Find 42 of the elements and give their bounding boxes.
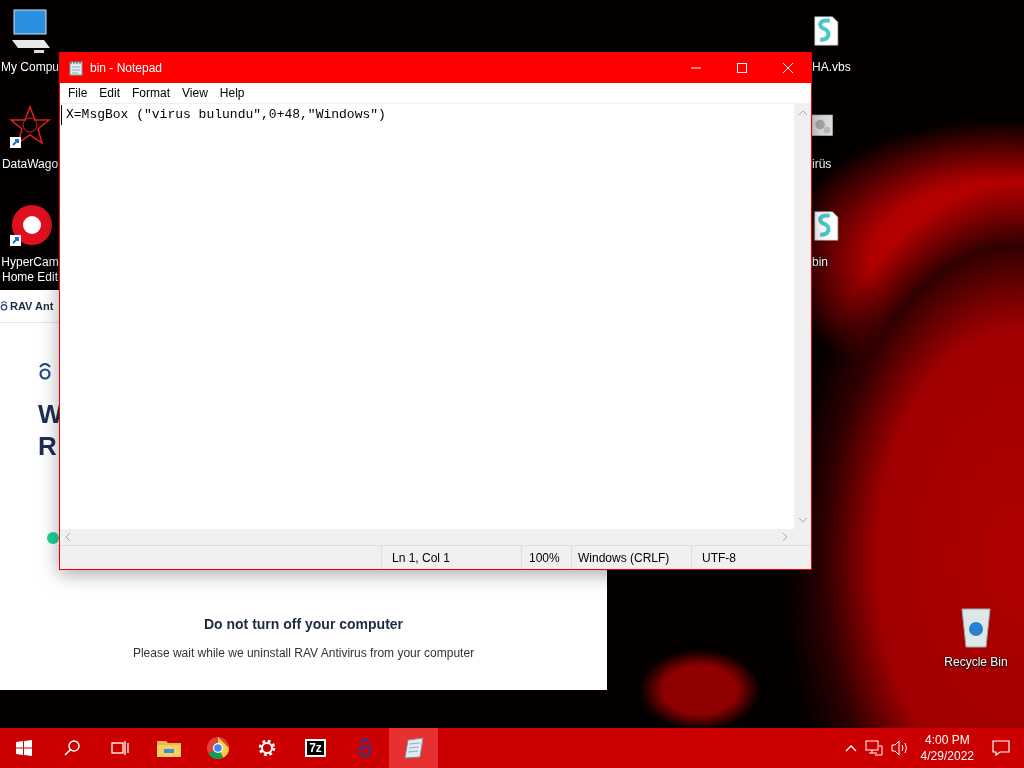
menu-item[interactable]: Format: [126, 86, 177, 100]
window-title: bin - Notepad: [90, 61, 163, 75]
icon-label[interactable]: Recycle Bin: [944, 655, 1008, 670]
message-text: Please wait while we uninstall RAV Antivirus from your computer: [132, 646, 475, 660]
menu-item[interactable]: Edit: [93, 86, 127, 100]
encoding: UTF-8: [691, 546, 811, 569]
chevron-right-icon[interactable]: [783, 533, 788, 541]
network-icon[interactable]: [864, 740, 883, 756]
notepad-icon[interactable]: [389, 728, 438, 768]
archive-app-button[interactable]: 7z: [291, 728, 340, 768]
menu-item[interactable]: Help: [213, 86, 251, 100]
warning-text: Do not turn off your computer: [203, 616, 404, 632]
notepad-icon: [68, 60, 84, 76]
vertical-scrollbar[interactable]: [794, 104, 811, 529]
menu-item[interactable]: File: [62, 86, 94, 100]
record-icon[interactable]: [8, 203, 52, 249]
icon-label[interactable]: HyperCam Home Edit: [1, 255, 59, 285]
icon-label[interactable]: My Compu: [1, 60, 59, 75]
icon-label[interactable]: DataWago: [1, 157, 59, 172]
logo-icon: [0, 300, 8, 312]
star-emblem-icon[interactable]: [8, 105, 52, 151]
icon-label[interactable]: bin: [812, 255, 828, 270]
menu-item[interactable]: View: [176, 86, 214, 100]
heading-text: R: [38, 430, 57, 462]
notification-icon[interactable]: [992, 740, 1010, 756]
close-icon: [783, 63, 793, 73]
logo-icon: [38, 363, 52, 380]
chevron-left-icon[interactable]: [65, 533, 70, 541]
line-endings: Windows (CRLF): [571, 546, 691, 569]
windows-logo-icon: [16, 740, 32, 756]
icon-label[interactable]: irüs: [812, 157, 832, 172]
maximize-icon: [737, 63, 747, 73]
clock-date[interactable]: 4/29/2022: [920, 748, 974, 764]
task-view-icon: [111, 740, 129, 756]
cursor-position: Ln 1, Col 1: [381, 546, 521, 569]
search-icon: [64, 740, 80, 756]
icon-label[interactable]: HA.vbs: [812, 60, 851, 75]
horizontal-scrollbar[interactable]: [60, 529, 811, 545]
clock-time[interactable]: 4:00 PM: [924, 732, 970, 748]
chevron-down-icon[interactable]: [798, 518, 807, 523]
window-title: RAV Ant: [10, 300, 54, 312]
zoom-level: 100%: [521, 546, 571, 569]
